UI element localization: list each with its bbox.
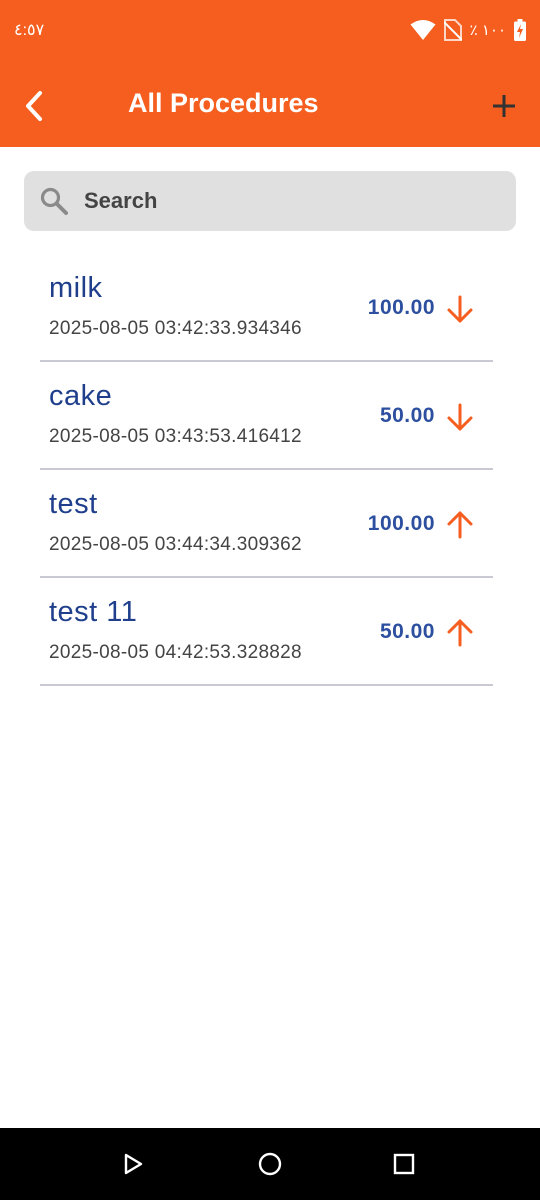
procedure-date: 2025-08-05 03:42:33.934346	[49, 318, 302, 339]
back-button[interactable]	[14, 86, 54, 126]
procedure-name: milk	[49, 272, 103, 304]
add-procedure-button[interactable]	[484, 86, 524, 126]
procedure-amount: 100.00	[367, 512, 435, 535]
procedure-name: test	[49, 488, 98, 520]
procedure-amount: 50.00	[379, 620, 435, 643]
nav-back-button[interactable]	[119, 1150, 147, 1178]
list-item[interactable]: test 2025-08-05 03:44:34.309362 100.00	[40, 470, 493, 578]
status-time: ٤:٥٧	[14, 22, 45, 39]
procedure-date: 2025-08-05 04:42:53.328828	[49, 642, 302, 663]
list-item[interactable]: cake 2025-08-05 03:43:53.416412 50.00	[40, 362, 493, 470]
back-triangle-icon	[124, 1153, 143, 1175]
page-title: All Procedures	[128, 88, 319, 118]
arrow-down-icon	[445, 294, 475, 324]
plus-icon	[493, 95, 515, 117]
nav-recents-button[interactable]	[390, 1150, 418, 1178]
no-sim-icon	[443, 19, 462, 41]
procedure-name: cake	[49, 380, 113, 412]
battery-charging-icon	[514, 19, 526, 41]
arrow-down-icon	[445, 402, 475, 432]
search-box	[24, 171, 516, 231]
app-bar: All Procedures	[0, 62, 540, 147]
procedure-date: 2025-08-05 03:43:53.416412	[49, 426, 302, 447]
procedure-date: 2025-08-05 03:44:34.309362	[49, 534, 302, 555]
list-item[interactable]: test 11 2025-08-05 04:42:53.328828 50.00	[40, 578, 493, 686]
procedure-amount: 50.00	[379, 404, 435, 427]
navigation-bar	[0, 1128, 540, 1200]
arrow-up-icon	[445, 510, 475, 540]
nav-home-button[interactable]	[256, 1150, 284, 1178]
status-icons: ٪ ١٠٠	[410, 18, 526, 42]
home-circle-icon	[258, 1152, 282, 1176]
procedure-name: test 11	[49, 596, 138, 628]
arrow-up-icon	[445, 618, 475, 648]
procedure-amount: 100.00	[367, 296, 435, 319]
procedure-list: milk 2025-08-05 03:42:33.934346 100.00 cake…	[40, 254, 493, 686]
wifi-icon	[410, 19, 436, 41]
list-item[interactable]: milk 2025-08-05 03:42:33.934346 100.00	[40, 254, 493, 362]
search-input[interactable]	[84, 171, 504, 231]
recents-square-icon	[393, 1153, 415, 1175]
chevron-left-icon	[26, 91, 42, 121]
battery-text: ٪ ١٠٠	[469, 22, 506, 39]
search-icon	[40, 187, 68, 215]
status-bar: ٤:٥٧ ٪ ١٠٠	[0, 0, 540, 62]
